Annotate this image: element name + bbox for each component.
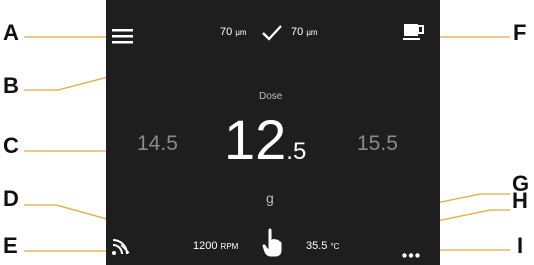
menu-icon[interactable]: [112, 27, 133, 45]
rpm-unit: RPM: [220, 242, 239, 251]
temperature-unit: °C: [330, 242, 340, 251]
callout-a: A: [3, 20, 19, 45]
callout-b: B: [3, 73, 19, 98]
dose-current-int: 12: [224, 108, 287, 171]
callout-i: I: [517, 233, 524, 258]
rpm-value: 1200: [193, 240, 218, 252]
dose-current-dec: .5: [286, 138, 307, 165]
grind-right-unit: µm: [306, 28, 318, 37]
dose-current-value[interactable]: 12.5: [224, 112, 306, 168]
grinder-display: 70 µm 70 µm Dose 14.5 12.5 15.5 g 1200 R…: [106, 0, 440, 265]
dose-unit: g: [266, 190, 274, 206]
callout-c: C: [3, 133, 19, 158]
rpm-readout: 1200 RPM: [193, 240, 238, 252]
dose-next-value[interactable]: 15.5: [357, 132, 398, 156]
wifi-icon[interactable]: [111, 236, 131, 256]
check-icon: [262, 24, 282, 41]
grind-left-value: 70: [220, 26, 233, 38]
temperature-value: 35.5: [306, 240, 328, 252]
callout-f: F: [513, 20, 527, 45]
callout-h: H: [512, 188, 528, 213]
callout-d: D: [3, 186, 19, 211]
grind-setting-right[interactable]: 70 µm: [291, 26, 318, 38]
hand-pointer-icon: [261, 227, 283, 258]
dose-label: Dose: [259, 91, 283, 102]
grind-left-unit: µm: [235, 28, 247, 37]
dose-prev-value[interactable]: 14.5: [137, 132, 178, 156]
cup-icon[interactable]: [403, 23, 425, 41]
grind-setting-left[interactable]: 70 µm: [220, 26, 247, 38]
more-icon[interactable]: [402, 245, 420, 258]
callout-e: E: [3, 233, 18, 258]
grind-right-value: 70: [291, 26, 304, 38]
temperature-readout: 35.5 °C: [306, 240, 339, 252]
